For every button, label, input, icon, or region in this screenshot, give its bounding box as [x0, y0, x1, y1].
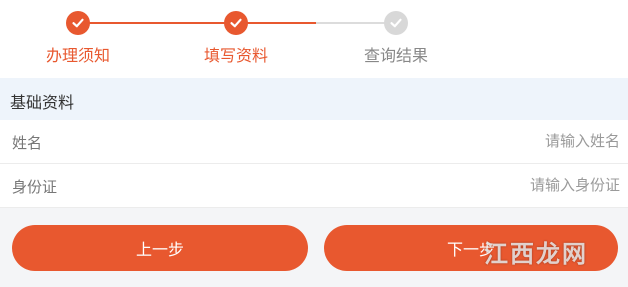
section-title: 基础资料 — [10, 93, 75, 112]
progress-stepper: 办理须知 填写资料 查询结果 — [0, 0, 628, 78]
name-input[interactable] — [320, 128, 620, 154]
watermark: 江西龙网 — [484, 240, 588, 268]
step-result: 查询结果 — [316, 0, 476, 78]
prev-step-button[interactable]: 上一步 — [12, 225, 308, 271]
id-card-row: 身份证 — [0, 164, 628, 208]
name-row: 姓名 — [0, 120, 628, 164]
section-header: 基础资料 — [0, 78, 628, 120]
step-notice-circle — [66, 11, 90, 35]
check-icon — [72, 18, 84, 28]
id-card-label: 身份证 — [12, 178, 58, 196]
step-result-circle — [384, 11, 408, 35]
id-card-input[interactable] — [320, 172, 620, 198]
step-result-label: 查询结果 — [363, 46, 428, 65]
step-fill-info-circle — [224, 11, 248, 35]
step-fill-info-label: 填写资料 — [203, 46, 268, 65]
step-notice-label: 办理须知 — [45, 46, 110, 65]
check-icon — [230, 18, 242, 28]
step-fill-info: 填写资料 — [156, 0, 316, 78]
check-icon — [390, 18, 402, 28]
step-notice: 办理须知 — [0, 0, 158, 78]
name-label: 姓名 — [12, 134, 43, 152]
